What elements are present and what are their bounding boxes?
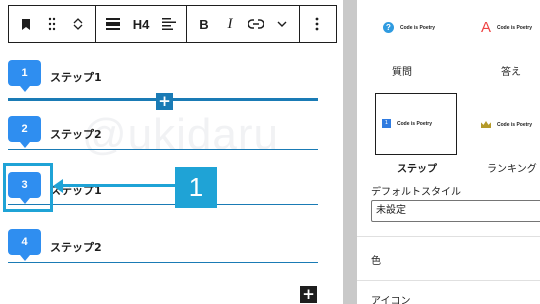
drag-handle-icon[interactable] xyxy=(39,6,65,42)
block-style-icon[interactable] xyxy=(100,6,126,42)
annotation-arrow xyxy=(60,184,175,187)
step-divider xyxy=(8,149,318,150)
icon-panel-toggle[interactable]: アイコン xyxy=(371,292,411,304)
style-option-step[interactable]: 1 Code is Poetry xyxy=(375,93,457,155)
settings-sidebar: ? Code is Poetry 質問 A Code is Poetry 答え … xyxy=(357,0,540,304)
options-kebab-icon[interactable] xyxy=(304,6,330,42)
annotation-callout: 1 xyxy=(175,167,217,208)
annotation-arrow-head xyxy=(53,179,63,193)
chevron-down-icon[interactable] xyxy=(73,24,83,31)
step-number-badge: 2 xyxy=(8,116,41,148)
panel-splitter[interactable] xyxy=(343,0,357,304)
step-number-icon: 1 xyxy=(382,119,391,128)
style-option-answer[interactable]: A Code is Poetry xyxy=(475,8,540,70)
step-block[interactable]: 4 ステップ2 xyxy=(8,229,318,269)
bold-button[interactable]: B xyxy=(191,6,217,42)
step-heading[interactable]: ステップ1 xyxy=(50,69,102,85)
italic-button[interactable]: I xyxy=(217,6,243,42)
panel-divider xyxy=(357,236,540,237)
highlight-box xyxy=(3,163,53,212)
toolbar-group-format: B I xyxy=(187,6,300,42)
block-toolbar: H4 B I xyxy=(8,5,337,43)
style-label: ランキング xyxy=(487,164,537,175)
color-panel-toggle[interactable]: 色 xyxy=(371,252,381,267)
editor-canvas: @ukidaru H4 B I 1 ステップ1 + 2 ステップ2 3 ステップ… xyxy=(0,0,343,304)
default-style-select[interactable]: 未設定 xyxy=(371,200,540,222)
block-inserter-button[interactable]: + xyxy=(156,93,173,110)
move-up-down-button[interactable] xyxy=(65,6,91,42)
step-divider xyxy=(8,204,318,205)
style-preview: 1 Code is Poetry xyxy=(382,119,432,128)
style-label: ステップ xyxy=(397,164,437,175)
style-option-ranking[interactable]: Code is Poetry xyxy=(475,93,540,155)
preview-text: Code is Poetry xyxy=(497,24,533,31)
align-icon[interactable] xyxy=(156,6,182,42)
toolbar-group-options xyxy=(300,6,334,42)
style-label: 質問 xyxy=(392,67,412,78)
default-style-label: デフォルトスタイル xyxy=(371,187,461,198)
preview-text: Code is Poetry xyxy=(397,120,433,127)
chevron-up-icon[interactable] xyxy=(73,17,83,24)
step-number-badge: 1 xyxy=(8,60,41,92)
style-preview: ? Code is Poetry xyxy=(383,22,435,33)
step-divider xyxy=(8,262,318,263)
step-number-badge: 4 xyxy=(8,229,41,261)
screen: @ukidaru H4 B I 1 ステップ1 + 2 ステップ2 3 ステップ… xyxy=(0,0,540,304)
step-heading[interactable]: ステップ2 xyxy=(50,239,102,255)
toolbar-group-heading: H4 xyxy=(96,6,187,42)
style-label: 答え xyxy=(501,67,521,78)
toolbar-group-block xyxy=(9,6,96,42)
letter-a-icon: A xyxy=(481,19,492,36)
panel-divider xyxy=(357,280,540,281)
more-format-chevron-icon[interactable] xyxy=(269,6,295,42)
style-preview: A Code is Poetry xyxy=(481,19,532,36)
link-icon[interactable] xyxy=(243,6,269,42)
step-heading[interactable]: ステップ2 xyxy=(50,126,102,142)
preview-text: Code is Poetry xyxy=(497,121,533,128)
bookmark-icon[interactable] xyxy=(13,6,39,42)
preview-text: Code is Poetry xyxy=(400,24,436,31)
add-block-button[interactable]: + xyxy=(300,286,317,303)
style-option-question[interactable]: ? Code is Poetry xyxy=(375,8,457,70)
style-preview: Code is Poetry xyxy=(481,121,532,128)
heading-level-button[interactable]: H4 xyxy=(126,6,156,42)
crown-icon xyxy=(481,121,491,128)
step-block[interactable]: 2 ステップ2 xyxy=(8,116,318,156)
question-circle-icon: ? xyxy=(383,22,394,33)
